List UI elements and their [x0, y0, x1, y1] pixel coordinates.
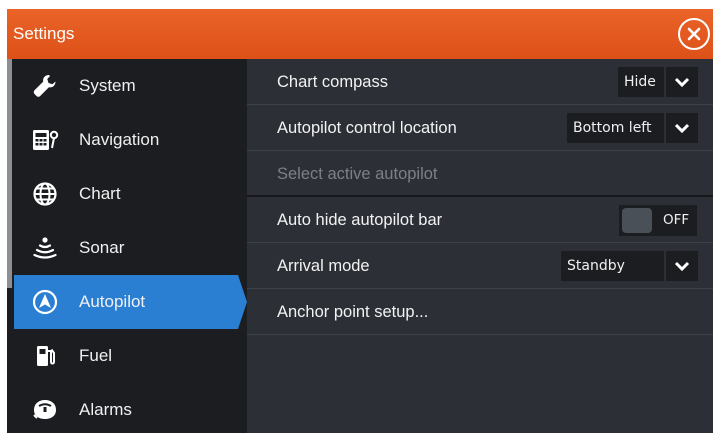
setting-row-autopilot-control-location[interactable]: Autopilot control location Bottom left — [247, 105, 713, 151]
setting-row-select-active-autopilot: Select active autopilot — [247, 151, 713, 197]
sidebar-item-label: Autopilot — [79, 292, 146, 311]
dropdown-value: Standby — [567, 258, 625, 274]
sidebar-item-system[interactable]: System — [7, 59, 247, 113]
sidebar-item-autopilot[interactable]: Autopilot — [7, 275, 247, 329]
setting-label: Select active autopilot — [277, 165, 438, 183]
sidebar-item-label: Chart — [79, 184, 121, 203]
setting-row-anchor-point-setup[interactable]: Anchor point setup... — [247, 289, 713, 335]
setting-label: Anchor point setup... — [277, 303, 429, 321]
dropdown-value: Hide — [624, 74, 656, 90]
setting-label: Arrival mode — [277, 257, 370, 275]
setting-row-arrival-mode[interactable]: Arrival mode Standby — [247, 243, 713, 289]
sidebar-item-label: System — [79, 76, 136, 95]
setting-label: Auto hide autopilot bar — [277, 211, 443, 229]
alarm-icon — [31, 396, 59, 424]
globe-icon — [31, 180, 59, 208]
chevron-down-icon — [664, 113, 698, 143]
chevron-down-icon — [664, 251, 698, 281]
sonar-icon — [31, 234, 59, 262]
sidebar-item-label: Alarms — [79, 400, 132, 419]
dropdown-value: Bottom left — [573, 120, 652, 136]
sidebar-item-fuel[interactable]: Fuel — [7, 329, 247, 383]
setting-label: Autopilot control location — [277, 119, 457, 137]
close-icon — [687, 27, 701, 41]
sidebar: System Navigation Chart Sonar Autopilot … — [7, 59, 247, 433]
wrench-icon — [31, 72, 59, 100]
sidebar-item-label: Fuel — [79, 346, 113, 365]
chart-compass-dropdown[interactable]: Hide — [618, 67, 698, 97]
autopilot-icon — [31, 288, 59, 316]
control-location-dropdown[interactable]: Bottom left — [567, 113, 698, 143]
setting-row-auto-hide-autopilot-bar[interactable]: Auto hide autopilot bar OFF — [247, 197, 713, 243]
sidebar-item-label: Navigation — [79, 130, 160, 149]
toggle-state: OFF — [663, 212, 690, 228]
sidebar-item-alarms[interactable]: Alarms — [7, 383, 247, 433]
sidebar-item-label: Sonar — [79, 238, 125, 257]
fuel-icon — [31, 342, 59, 370]
arrival-mode-dropdown[interactable]: Standby — [561, 251, 698, 281]
navigation-icon — [31, 126, 59, 154]
settings-window: Settings System Navigation Chart Sonar A… — [7, 9, 713, 433]
auto-hide-toggle[interactable]: OFF — [619, 205, 697, 236]
toggle-knob — [622, 208, 652, 233]
sidebar-scrollbar[interactable] — [7, 59, 12, 288]
close-button[interactable] — [678, 18, 710, 50]
window-title: Settings — [13, 24, 75, 43]
sidebar-item-chart[interactable]: Chart — [7, 167, 247, 221]
setting-row-chart-compass[interactable]: Chart compass Hide — [247, 59, 713, 105]
settings-panel: Chart compass Hide Autopilot control loc… — [247, 59, 713, 433]
sidebar-item-sonar[interactable]: Sonar — [7, 221, 247, 275]
title-bar: Settings — [7, 9, 713, 59]
setting-label: Chart compass — [277, 73, 388, 91]
chevron-down-icon — [664, 67, 698, 97]
sidebar-item-navigation[interactable]: Navigation — [7, 113, 247, 167]
